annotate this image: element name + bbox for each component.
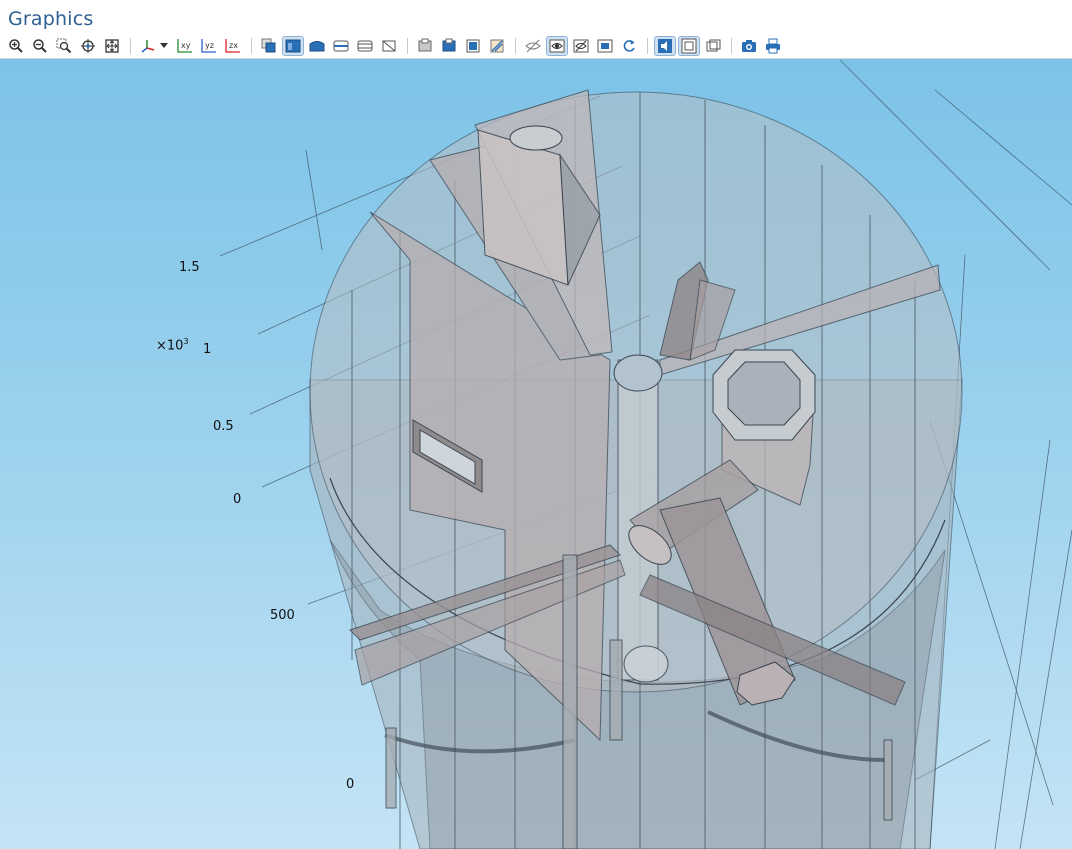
view-orientation-dropdown-icon[interactable]: [159, 37, 169, 55]
graphics-toolbar: xy yz zx: [6, 36, 787, 56]
select-edges-icon[interactable]: [331, 37, 351, 55]
clear-selection-icon[interactable]: [379, 37, 399, 55]
zoom-selected-icon[interactable]: [78, 37, 98, 55]
hide-selected-icon[interactable]: [463, 37, 483, 55]
view-yz-icon[interactable]: yz: [199, 37, 219, 55]
zoom-out-icon[interactable]: [30, 37, 50, 55]
view-orientation-icon[interactable]: [138, 37, 158, 55]
graphics-canvas[interactable]: 1.5 ×103 1 0.5 0 500 0: [0, 59, 1072, 849]
reset-hiding-icon[interactable]: [487, 37, 507, 55]
select-box-icon[interactable]: [259, 37, 279, 55]
axis-exponent: ×103: [156, 337, 189, 353]
axis-exponent-power: 3: [183, 337, 189, 346]
z-tick-label: 0: [233, 492, 242, 507]
geometry-scene[interactable]: [0, 59, 1072, 849]
print-icon[interactable]: [763, 37, 783, 55]
render-box-icon[interactable]: [595, 37, 615, 55]
toolbar-separator: [515, 38, 516, 54]
select-points-icon[interactable]: [355, 37, 375, 55]
select-boundaries-icon[interactable]: [307, 37, 327, 55]
view-zx-icon[interactable]: zx: [223, 37, 243, 55]
view-zx-label: zx: [229, 41, 238, 50]
view-xy-icon[interactable]: xy: [175, 37, 195, 55]
hide-geometric-entities-icon[interactable]: [415, 37, 435, 55]
toolbar-separator: [647, 38, 648, 54]
view-xy-label: xy: [181, 41, 191, 50]
z-tick-label: 0.5: [213, 419, 234, 434]
show-only-selected-icon[interactable]: [439, 37, 459, 55]
z-tick-label: 1.5: [179, 260, 200, 275]
wireframe-rendering-icon[interactable]: [546, 36, 568, 56]
toolbar-separator: [731, 38, 732, 54]
zoom-box-icon[interactable]: [54, 37, 74, 55]
toolbar-separator: [251, 38, 252, 54]
window-title: Graphics: [8, 8, 94, 30]
show-grid-icon[interactable]: [678, 36, 700, 56]
select-domains-icon[interactable]: [282, 36, 304, 56]
toolbar-separator: [407, 38, 408, 54]
axis-exponent-base: ×10: [156, 338, 184, 354]
transparency-toggle-icon[interactable]: [523, 37, 543, 55]
show-axes-icon[interactable]: [703, 37, 723, 55]
y-tick-label: 500: [270, 608, 295, 623]
image-snapshot-icon[interactable]: [739, 37, 759, 55]
zoom-extents-icon[interactable]: [102, 37, 122, 55]
view-yz-label: yz: [205, 41, 214, 50]
graphics-header: Graphics xy yz zx: [0, 0, 1072, 59]
zoom-in-icon[interactable]: [6, 37, 26, 55]
refresh-icon[interactable]: [619, 37, 639, 55]
y-tick-label: 0: [346, 777, 355, 792]
toolbar-separator: [130, 38, 131, 54]
z-tick-label: 1: [203, 342, 212, 357]
light-toggle-icon[interactable]: [654, 36, 676, 56]
render-toggle-icon[interactable]: [571, 37, 591, 55]
graphics-window: Graphics xy yz zx 1.5 ×103 1 0.5 0 500 0: [0, 0, 1072, 849]
